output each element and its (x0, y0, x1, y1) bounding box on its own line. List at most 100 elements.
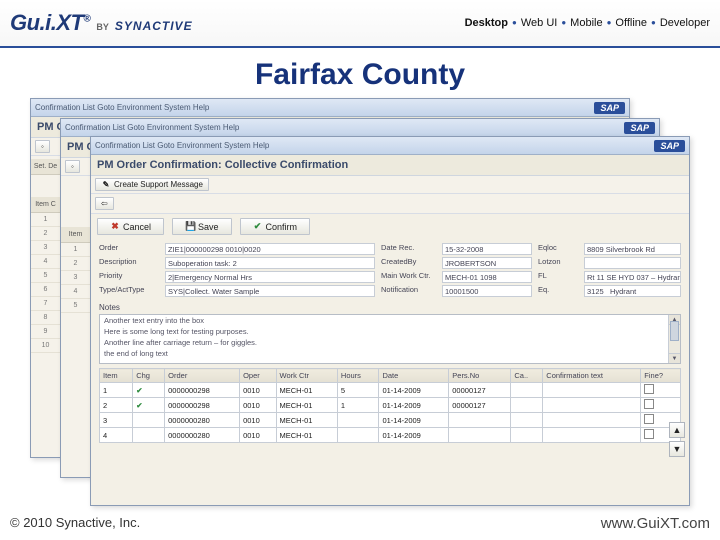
table-header[interactable]: Chg (133, 369, 165, 383)
nav-developer[interactable]: Developer (660, 17, 710, 29)
table-cell[interactable]: 0010 (240, 383, 276, 398)
table-header[interactable]: Ca.. (511, 369, 543, 383)
row-up-button[interactable]: ▲ (669, 422, 685, 438)
fl-value[interactable]: Rt 11 SE HYD 037 – Hydrant Number (584, 271, 681, 283)
notes-textarea[interactable]: Another text entry into the box Here is … (99, 314, 681, 364)
table-row[interactable]: 3 00000002800010MECH-01 01-14-2009 (100, 413, 681, 428)
table-cell[interactable] (337, 428, 379, 443)
table-row[interactable]: 4 00000002800010MECH-01 01-14-2009 (100, 428, 681, 443)
fine-checkbox[interactable] (644, 399, 654, 409)
save-button[interactable]: 💾 Save (172, 218, 232, 235)
table-cell[interactable] (543, 398, 641, 413)
table-cell[interactable] (511, 428, 543, 443)
table-cell[interactable] (511, 398, 543, 413)
table-cell[interactable]: MECH-01 (276, 428, 337, 443)
cancel-label: Cancel (123, 222, 151, 232)
fine-checkbox[interactable] (644, 429, 654, 439)
back-stub-side: Set. De Item C 12345678910 (31, 159, 61, 457)
table-cell[interactable]: ✔ (133, 398, 165, 413)
sap-menubar-stub: Confirmation List Goto Environment Syste… (65, 123, 239, 132)
back-icon[interactable]: ⇦ (95, 197, 114, 210)
table-cell[interactable]: 01-14-2009 (379, 413, 449, 428)
nav-offline[interactable]: Offline (615, 17, 647, 29)
sap-menubar[interactable]: Confirmation List Goto Environment Syste… (95, 141, 269, 150)
table-cell[interactable]: 5 (337, 383, 379, 398)
table-cell[interactable] (641, 398, 681, 413)
stub-row: 9 (31, 325, 60, 339)
table-cell[interactable]: 00000127 (449, 398, 511, 413)
scroll-down-icon[interactable]: ▼ (669, 353, 680, 363)
table-cell[interactable] (133, 428, 165, 443)
nav-webui[interactable]: Web UI (521, 17, 557, 29)
toolbar-stub-btn[interactable]: ◦ (35, 140, 50, 153)
row-down-button[interactable]: ▼ (669, 441, 685, 457)
table-cell[interactable] (543, 413, 641, 428)
table-cell[interactable]: 0010 (240, 428, 276, 443)
create-support-message-button[interactable]: ✎ Create Support Message (95, 178, 209, 191)
typeact-value[interactable]: SYS|Collect. Water Sample (165, 285, 375, 297)
table-header[interactable]: Order (165, 369, 240, 383)
mainwk-value[interactable]: MECH-01 1098 (442, 271, 532, 283)
table-header[interactable]: Item (100, 369, 133, 383)
table-cell[interactable]: 2 (100, 398, 133, 413)
fine-checkbox[interactable] (644, 384, 654, 394)
scroll-thumb[interactable] (670, 321, 679, 341)
table-header[interactable]: Fine? (641, 369, 681, 383)
table-cell[interactable] (543, 428, 641, 443)
table-header[interactable]: Hours (337, 369, 379, 383)
confirm-button[interactable]: ✔ Confirm (240, 218, 311, 235)
table-header[interactable]: Date (379, 369, 449, 383)
order-value[interactable]: ZIE1|000000298 0010|0020 (165, 243, 375, 255)
createdby-value[interactable]: JROBERTSON (442, 257, 532, 269)
table-cell[interactable] (511, 413, 543, 428)
table-cell[interactable] (511, 383, 543, 398)
table-cell[interactable]: 0000000298 (165, 398, 240, 413)
notif-label: Notification (381, 285, 436, 297)
table-cell[interactable]: 4 (100, 428, 133, 443)
table-cell[interactable] (133, 413, 165, 428)
table-cell[interactable]: 3 (100, 413, 133, 428)
table-cell[interactable]: MECH-01 (276, 413, 337, 428)
lotzon-value[interactable] (584, 257, 681, 269)
nav-desktop[interactable]: Desktop (465, 17, 508, 29)
fine-checkbox[interactable] (644, 414, 654, 424)
notif-value[interactable]: 10001500 (442, 285, 532, 297)
priority-value[interactable]: 2|Emergency Normal Hrs (165, 271, 375, 283)
table-cell[interactable]: ✔ (133, 383, 165, 398)
cancel-button[interactable]: ✖ Cancel (97, 218, 164, 235)
table-cell[interactable]: 01-14-2009 (379, 398, 449, 413)
table-cell[interactable]: 1 (100, 383, 133, 398)
nav-mobile[interactable]: Mobile (570, 17, 602, 29)
eqloc-value[interactable]: 8809 Silverbrook Rd (584, 243, 681, 255)
table-cell[interactable]: 01-14-2009 (379, 383, 449, 398)
desc-value[interactable]: Suboperation task: 2 (165, 257, 375, 269)
table-cell[interactable]: 0010 (240, 413, 276, 428)
table-cell[interactable]: 01-14-2009 (379, 428, 449, 443)
table-cell[interactable]: 0000000280 (165, 428, 240, 443)
table-cell[interactable]: MECH-01 (276, 383, 337, 398)
table-cell[interactable]: 00000127 (449, 383, 511, 398)
eq-value[interactable]: 3125 Hydrant (584, 285, 681, 297)
table-header[interactable]: Oper (240, 369, 276, 383)
table-cell[interactable] (641, 383, 681, 398)
toolbar-stub-btn[interactable]: ◦ (65, 160, 80, 173)
table-header[interactable]: Work Ctr (276, 369, 337, 383)
table-cell[interactable]: 0010 (240, 398, 276, 413)
table-cell[interactable]: 0000000280 (165, 413, 240, 428)
table-header[interactable]: Confirmation text (543, 369, 641, 383)
table-cell[interactable] (337, 413, 379, 428)
table-cell[interactable]: 0000000298 (165, 383, 240, 398)
table-cell[interactable]: MECH-01 (276, 398, 337, 413)
daterec-value[interactable]: 15-32-2008 (442, 243, 532, 255)
table-cell[interactable] (449, 428, 511, 443)
table-cell[interactable] (449, 413, 511, 428)
table-header[interactable]: Pers.No (449, 369, 511, 383)
sap-titlebar[interactable]: Confirmation List Goto Environment Syste… (91, 137, 689, 155)
confirmation-table: ItemChgOrderOperWork CtrHoursDatePers.No… (99, 368, 681, 443)
table-row[interactable]: 2✔00000002980010MECH-01101-14-2009000001… (100, 398, 681, 413)
table-row[interactable]: 1✔00000002980010MECH-01501-14-2009000001… (100, 383, 681, 398)
sap-logo: SAP (654, 140, 685, 152)
notes-scrollbar[interactable]: ▲ ▼ (668, 315, 680, 363)
table-cell[interactable]: 1 (337, 398, 379, 413)
table-cell[interactable] (543, 383, 641, 398)
